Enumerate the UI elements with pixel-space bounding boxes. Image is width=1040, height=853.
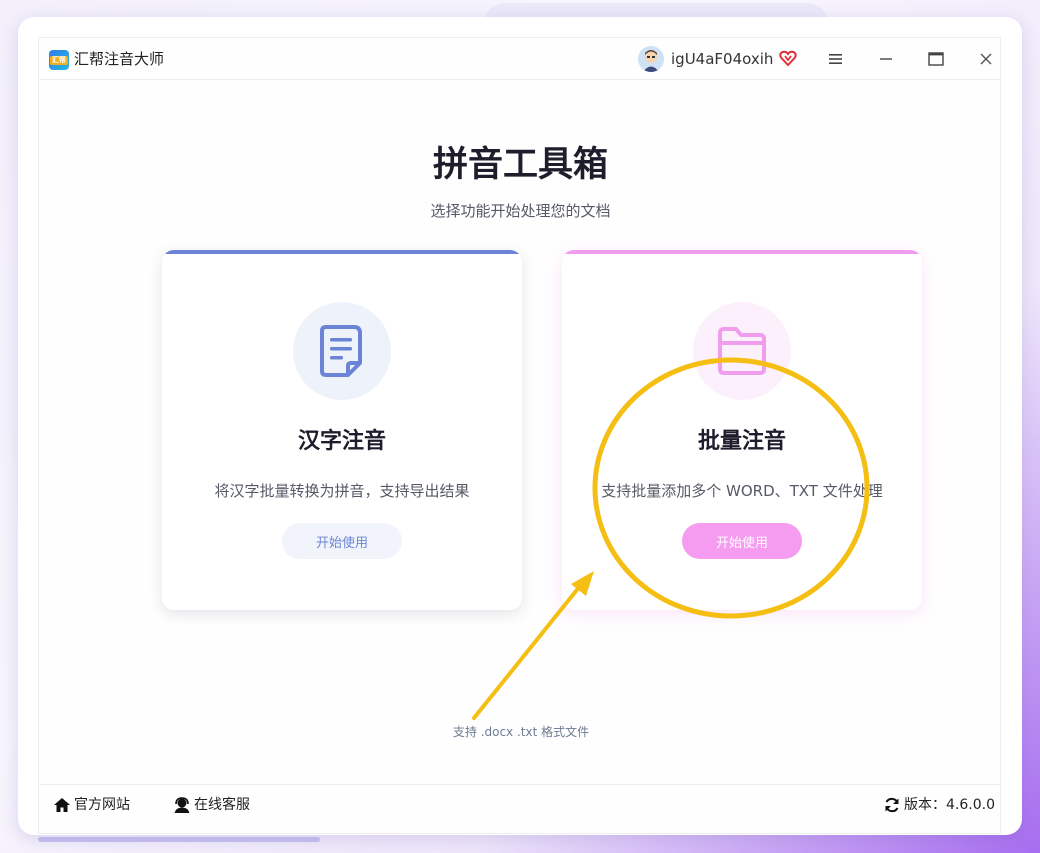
card-batch-annotation[interactable]: 批量注音 支持批量添加多个 WORD、TXT 文件处理 开始使用: [562, 250, 922, 610]
online-service-label: 在线客服: [194, 797, 250, 813]
customer-service-icon: [174, 797, 190, 813]
online-service-link[interactable]: 在线客服: [173, 795, 250, 815]
minimize-icon: [880, 58, 892, 60]
user-avatar[interactable]: [638, 46, 664, 72]
card-accent-bar: [162, 250, 522, 254]
page-title: 拼音工具箱: [432, 145, 608, 185]
app-logo-text: 汇帮: [50, 55, 68, 65]
refresh-icon[interactable]: [883, 797, 901, 813]
start-button[interactable]: 开始使用: [682, 523, 802, 559]
card-accent-bar: [562, 250, 922, 254]
version-info: 版本：4.6.0.0: [883, 795, 995, 815]
username[interactable]: igU4aF04oxih: [671, 49, 773, 69]
home-icon: [54, 798, 70, 812]
hamburger-menu-icon: [829, 54, 842, 64]
vip-heart-icon[interactable]: [778, 48, 798, 68]
close-button[interactable]: [973, 46, 999, 72]
page-subtitle: 选择功能开始处理您的文档: [430, 202, 611, 220]
card-icon-badge: [293, 302, 391, 400]
app-logo-icon: 汇帮: [49, 50, 69, 70]
maximize-button[interactable]: [923, 46, 949, 72]
close-icon: [980, 53, 992, 65]
app-title: 汇帮注音大师: [74, 50, 165, 68]
title-bar: 汇帮 汇帮注音大师 igU4aF04oxih: [39, 38, 1002, 80]
card-title: 汉字注音: [297, 429, 386, 454]
official-website-link[interactable]: 官方网站: [53, 795, 130, 815]
card-title: 批量注音: [697, 429, 786, 454]
card-description: 将汉字批量转换为拼音，支持导出结果: [214, 482, 470, 500]
menu-button[interactable]: [823, 46, 849, 72]
folder-icon: [718, 327, 766, 375]
start-button[interactable]: 开始使用: [282, 523, 402, 559]
footer-bar: 官方网站 在线客服 版本：4.6.0.0: [39, 784, 1002, 824]
card-icon-badge: [693, 302, 791, 400]
supported-formats-note: 支持 .docx .txt 格式文件: [452, 725, 590, 739]
card-description: 支持批量添加多个 WORD、TXT 文件处理: [601, 482, 883, 500]
maximize-icon: [928, 52, 944, 66]
minimize-button[interactable]: [873, 46, 899, 72]
card-hanzi-annotation[interactable]: 汉字注音 将汉字批量转换为拼音，支持导出结果 开始使用: [162, 250, 522, 610]
official-website-label: 官方网站: [74, 797, 130, 813]
document-icon: [320, 325, 362, 377]
background-scroll-indicator: [38, 837, 320, 842]
app-window: 汇帮 汇帮注音大师 igU4aF04oxih 拼音工具箱 选择功能开始处理您的文…: [18, 17, 1022, 835]
version-label: 版本：4.6.0.0: [904, 797, 995, 813]
app-content: 汇帮 汇帮注音大师 igU4aF04oxih 拼音工具箱 选择功能开始处理您的文…: [38, 37, 1002, 834]
